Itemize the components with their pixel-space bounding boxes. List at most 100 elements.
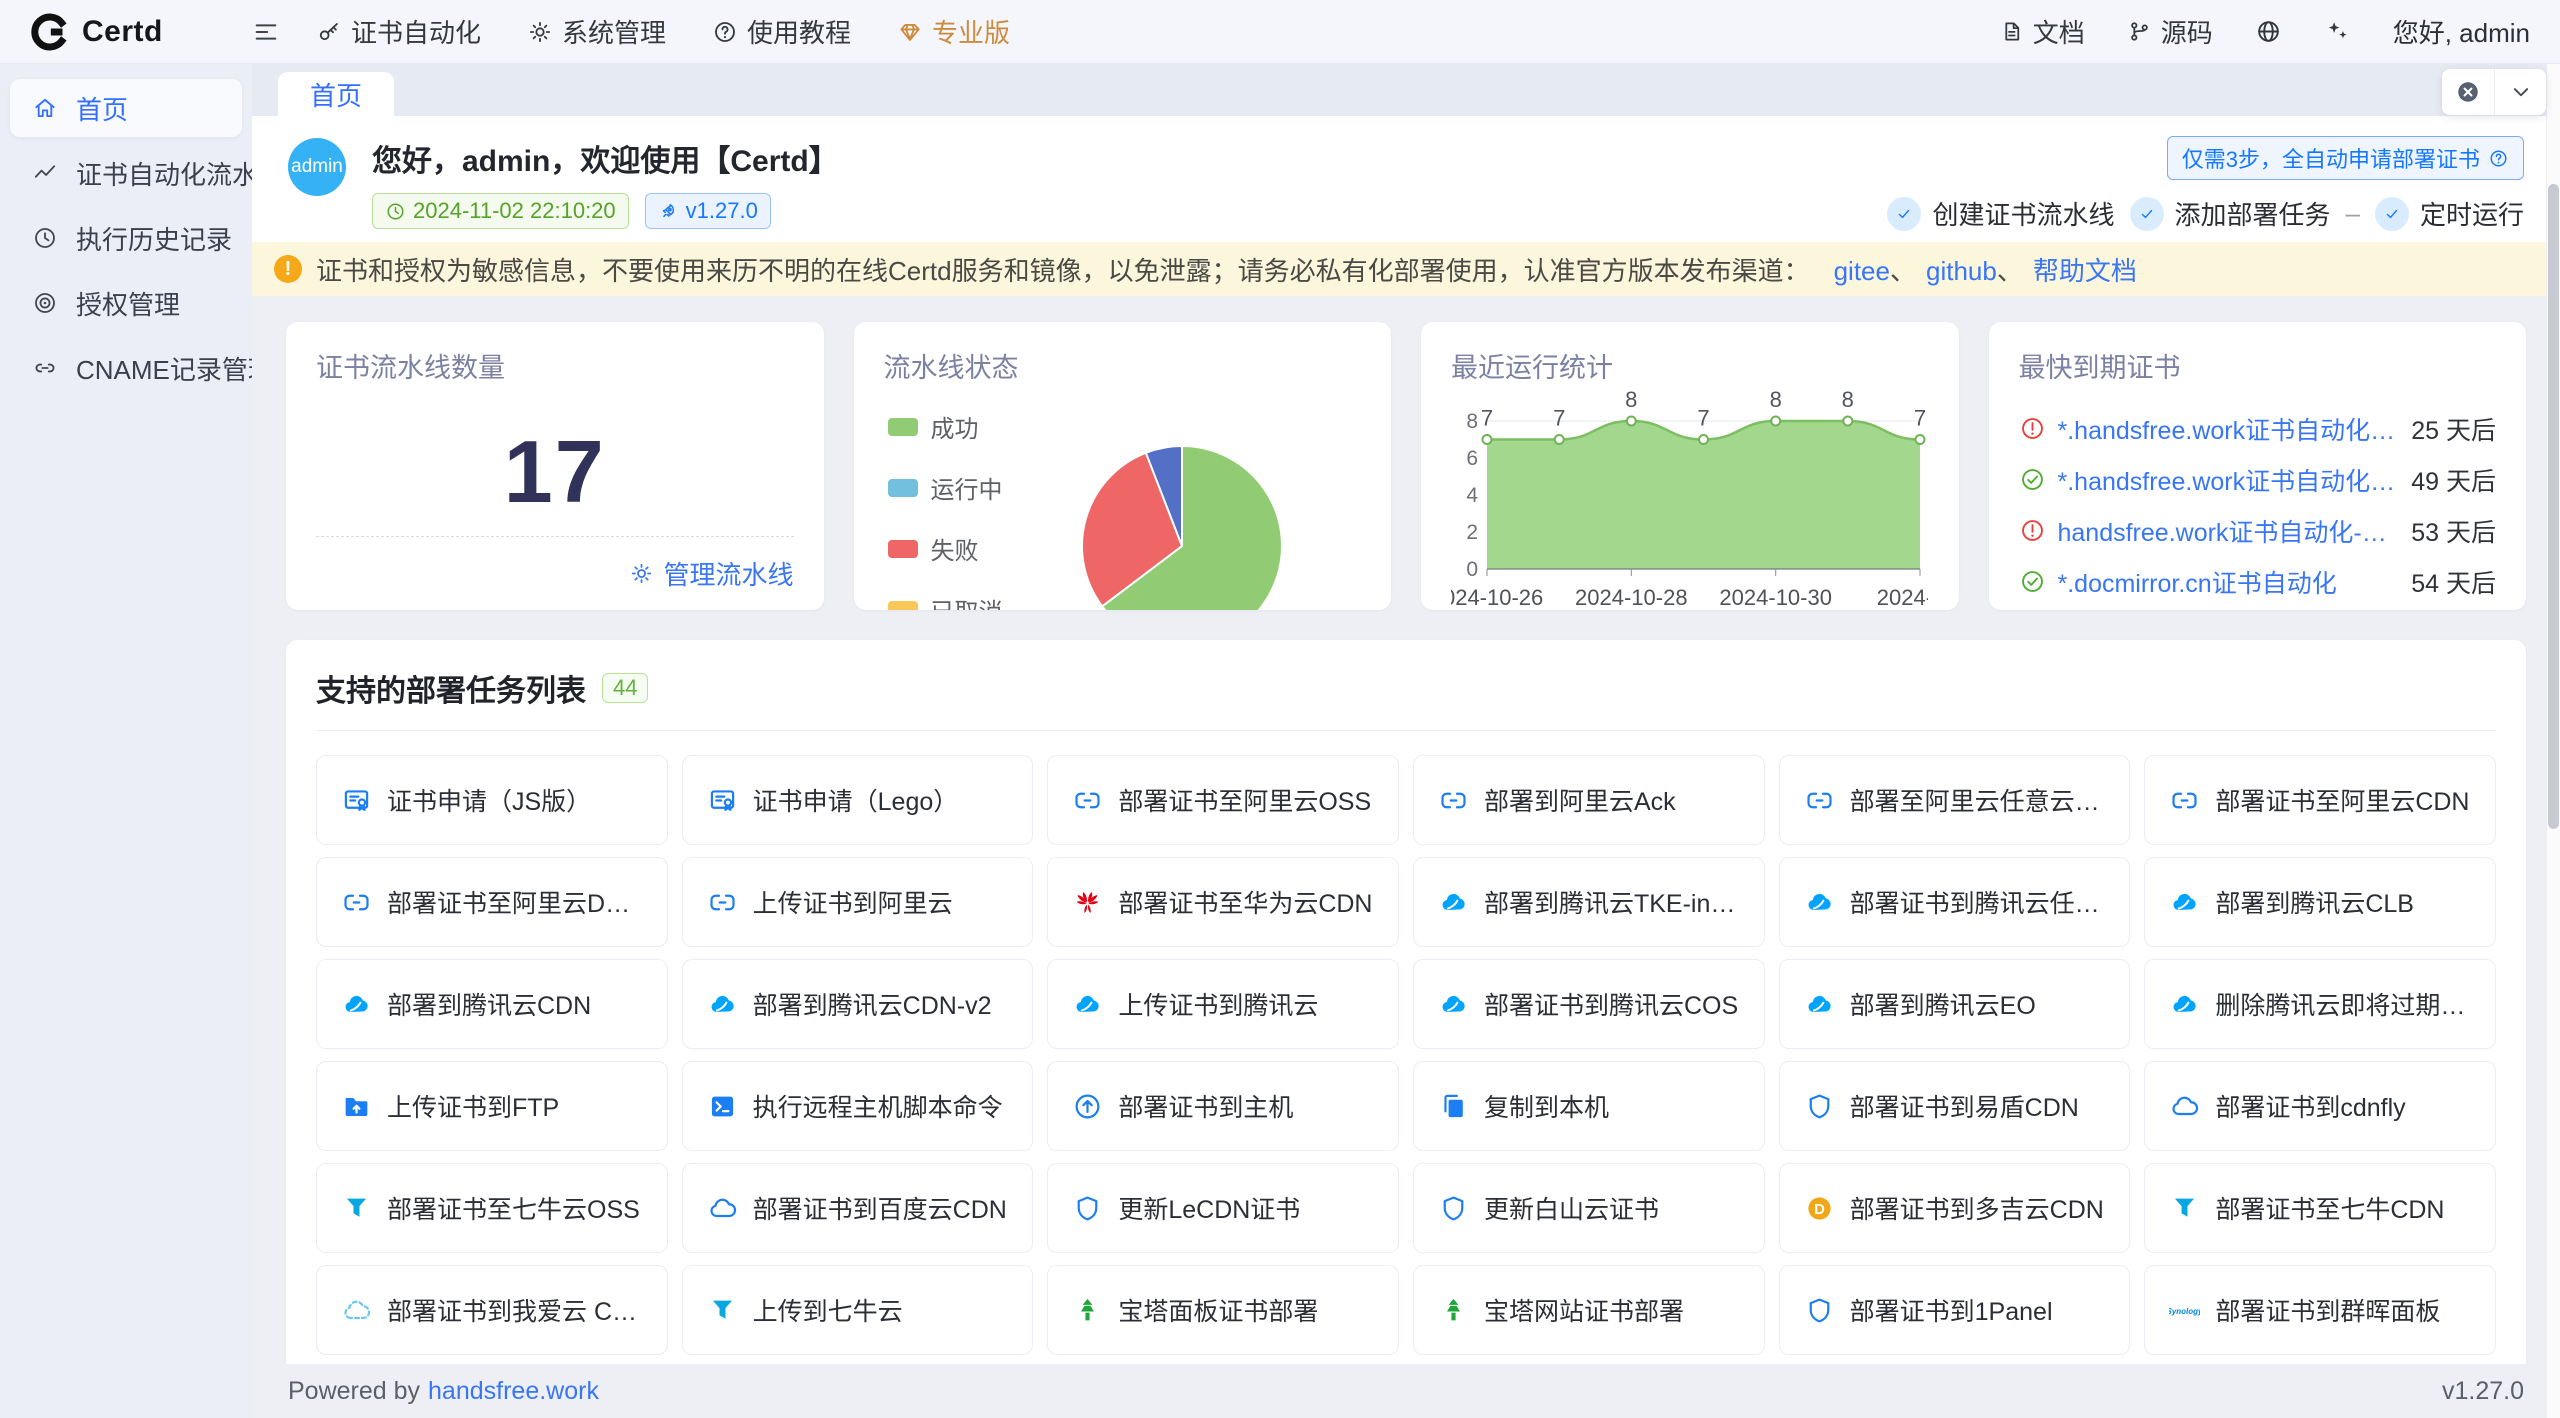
- task-card[interactable]: 证书申请（JS版）: [316, 755, 668, 845]
- sidebar-item-history[interactable]: 执行历史记录: [10, 209, 242, 267]
- handsfree-link[interactable]: handsfree.work: [428, 1377, 599, 1406]
- task-card[interactable]: 复制到本机: [1413, 1061, 1765, 1151]
- task-card[interactable]: 部署证书至阿里云CDN: [2144, 755, 2496, 845]
- cloud-icon: [707, 1193, 738, 1224]
- task-card[interactable]: 部署证书到1Panel: [1779, 1265, 2131, 1355]
- task-card[interactable]: 上传证书到阿里云: [682, 857, 1034, 947]
- notice-link-帮助文档[interactable]: 帮助文档: [2033, 256, 2137, 286]
- scrollbar-track[interactable]: [2546, 64, 2560, 1418]
- nav-item-tutorial[interactable]: 使用教程: [712, 13, 851, 50]
- task-card[interactable]: 部署证书至阿里云OSS: [1047, 755, 1399, 845]
- cloud-icon: [2169, 1091, 2200, 1122]
- task-card[interactable]: 上传证书到FTP: [316, 1061, 668, 1151]
- task-card[interactable]: 删除腾讯云即将过期证书: [2144, 959, 2496, 1049]
- task-card[interactable]: 部署证书至七牛CDN: [2144, 1163, 2496, 1253]
- welcome-greeting: 您好，admin，欢迎使用【Certd】: [372, 136, 839, 180]
- task-card[interactable]: 上传证书到腾讯云: [1047, 959, 1399, 1049]
- nav-link-docs[interactable]: 文档: [1999, 13, 2085, 50]
- cloud-dashed-icon: [341, 1295, 372, 1326]
- task-card[interactable]: 上传到七牛云: [682, 1265, 1034, 1355]
- clock-icon: [385, 201, 406, 222]
- task-card[interactable]: 宝塔网站证书部署: [1413, 1265, 1765, 1355]
- tab-home[interactable]: 首页: [278, 72, 394, 116]
- step-2[interactable]: 添加部署任务: [2130, 195, 2331, 232]
- task-card[interactable]: 部署证书到腾讯云任意云资源: [1779, 857, 2131, 947]
- gear-icon: [527, 19, 553, 45]
- task-card[interactable]: 部署到腾讯云CLB: [2144, 857, 2496, 947]
- user-greeting[interactable]: 您好, admin: [2393, 13, 2530, 50]
- task-card[interactable]: 宝塔面板证书部署: [1047, 1265, 1399, 1355]
- shield-icon: [1804, 1091, 1835, 1122]
- expiry-row: *.handsfree.work证书自动化--zerossl 49 天后: [2019, 458, 2497, 501]
- notice-link-gitee[interactable]: gitee: [1834, 256, 1890, 286]
- guide-badge[interactable]: 仅需3步，全自动申请部署证书: [2167, 136, 2524, 180]
- cert-link[interactable]: *.handsfree.work证书自动化-lego: [2058, 411, 2400, 447]
- legend-item[interactable]: 已取消: [888, 592, 1003, 610]
- manage-pipelines-link[interactable]: 管理流水线: [629, 555, 793, 592]
- task-card[interactable]: 部署证书至阿里云DCDN: [316, 857, 668, 947]
- task-card[interactable]: 部署到腾讯云CDN: [316, 959, 668, 1049]
- tencent-cloud-icon: [1804, 887, 1835, 918]
- svg-text:8: 8: [1625, 387, 1637, 412]
- task-card[interactable]: 部署证书到主机: [1047, 1061, 1399, 1151]
- nav-tools: [2255, 18, 2351, 45]
- footer-version: v1.27.0: [2442, 1377, 2524, 1406]
- sidebar-item-auth[interactable]: 授权管理: [10, 274, 242, 332]
- task-card[interactable]: 部署证书到易盾CDN: [1779, 1061, 2131, 1151]
- close-tab-icon[interactable]: [2442, 69, 2494, 115]
- svg-text:8: 8: [1842, 387, 1854, 412]
- nav-item-pro-version[interactable]: 专业版: [897, 13, 1010, 50]
- sparkles-icon[interactable]: [2324, 18, 2351, 45]
- days-remaining: 49 天后: [2411, 462, 2496, 498]
- menu-collapse-icon[interactable]: [252, 18, 280, 46]
- nav-item-system-manage[interactable]: 系统管理: [527, 13, 666, 50]
- step-3[interactable]: 定时运行: [2375, 195, 2524, 232]
- chevron-down-icon[interactable]: [2494, 69, 2546, 115]
- nav-link-source-code[interactable]: 源码: [2127, 13, 2213, 50]
- tencent-cloud-icon: [2169, 887, 2200, 918]
- nav-right: 文档 源码 您好, admin: [1999, 13, 2530, 50]
- legend-swatch: [888, 418, 918, 436]
- task-card[interactable]: Synology部署证书到群晖面板: [2144, 1265, 2496, 1355]
- sidebar-item-home[interactable]: 首页: [10, 79, 242, 137]
- legend-swatch: [888, 540, 918, 558]
- nav-menu: 证书自动化 系统管理 使用教程 专业版: [316, 13, 1010, 50]
- task-card[interactable]: 部署至阿里云任意云资源: [1779, 755, 2131, 845]
- pipeline-count-value: 17: [316, 421, 794, 523]
- task-card[interactable]: 部署证书到腾讯云COS: [1413, 959, 1765, 1049]
- svg-text:2024-10-30: 2024-10-30: [1719, 585, 1832, 610]
- task-card[interactable]: 部署证书到cdnfly: [2144, 1061, 2496, 1151]
- task-card[interactable]: 部署到腾讯云TKE-ingress: [1413, 857, 1765, 947]
- task-card[interactable]: 部署到阿里云Ack: [1413, 755, 1765, 845]
- cert-link[interactable]: handsfree.work证书自动化-zerossl: [2058, 513, 2400, 549]
- task-card[interactable]: 更新LeCDN证书: [1047, 1163, 1399, 1253]
- task-card[interactable]: 执行远程主机脚本命令: [682, 1061, 1034, 1151]
- legend-item[interactable]: 成功: [888, 409, 1003, 444]
- task-card[interactable]: 部署证书到百度云CDN: [682, 1163, 1034, 1253]
- status-ok-icon: [2019, 568, 2046, 595]
- task-card[interactable]: 部署证书至华为云CDN: [1047, 857, 1399, 947]
- sidebar-item-pipelines[interactable]: 证书自动化流水线: [10, 144, 242, 202]
- step-1[interactable]: 创建证书流水线: [1887, 195, 2114, 232]
- task-card[interactable]: 更新白山云证书: [1413, 1163, 1765, 1253]
- notice-link-github[interactable]: github: [1926, 256, 1997, 286]
- legend-item[interactable]: 运行中: [888, 470, 1003, 505]
- branch-icon: [2127, 19, 2152, 44]
- task-card[interactable]: 证书申请（Lego）: [682, 755, 1034, 845]
- globe-icon[interactable]: [2255, 18, 2282, 45]
- scrollbar-thumb[interactable]: [2548, 184, 2559, 829]
- task-card[interactable]: 部署证书到我爱云 CDN: [316, 1265, 668, 1355]
- nav-item-cert-automation[interactable]: 证书自动化: [316, 13, 481, 50]
- notice-links: gitee、github、帮助文档: [1824, 251, 2137, 288]
- cert-link[interactable]: *.docmirror.cn证书自动化: [2058, 564, 2400, 600]
- legend-item[interactable]: 失败: [888, 531, 1003, 566]
- expiry-row: *.docmirror.cn证书自动化54 天后: [2019, 560, 2497, 603]
- task-card[interactable]: 部署到腾讯云CDN-v2: [682, 959, 1034, 1049]
- task-card[interactable]: 部署证书至七牛云OSS: [316, 1163, 668, 1253]
- cert-link[interactable]: *.handsfree.work证书自动化--zerossl: [2058, 462, 2400, 498]
- expiring-certs-card: 最快到期证书 *.handsfree.work证书自动化-lego25 天后*.…: [1989, 322, 2527, 610]
- task-card[interactable]: 部署到腾讯云EO: [1779, 959, 2131, 1049]
- sidebar-item-cname[interactable]: CNAME记录管理: [10, 339, 242, 397]
- vip-icon: [897, 19, 923, 45]
- task-card[interactable]: D部署证书到多吉云CDN: [1779, 1163, 2131, 1253]
